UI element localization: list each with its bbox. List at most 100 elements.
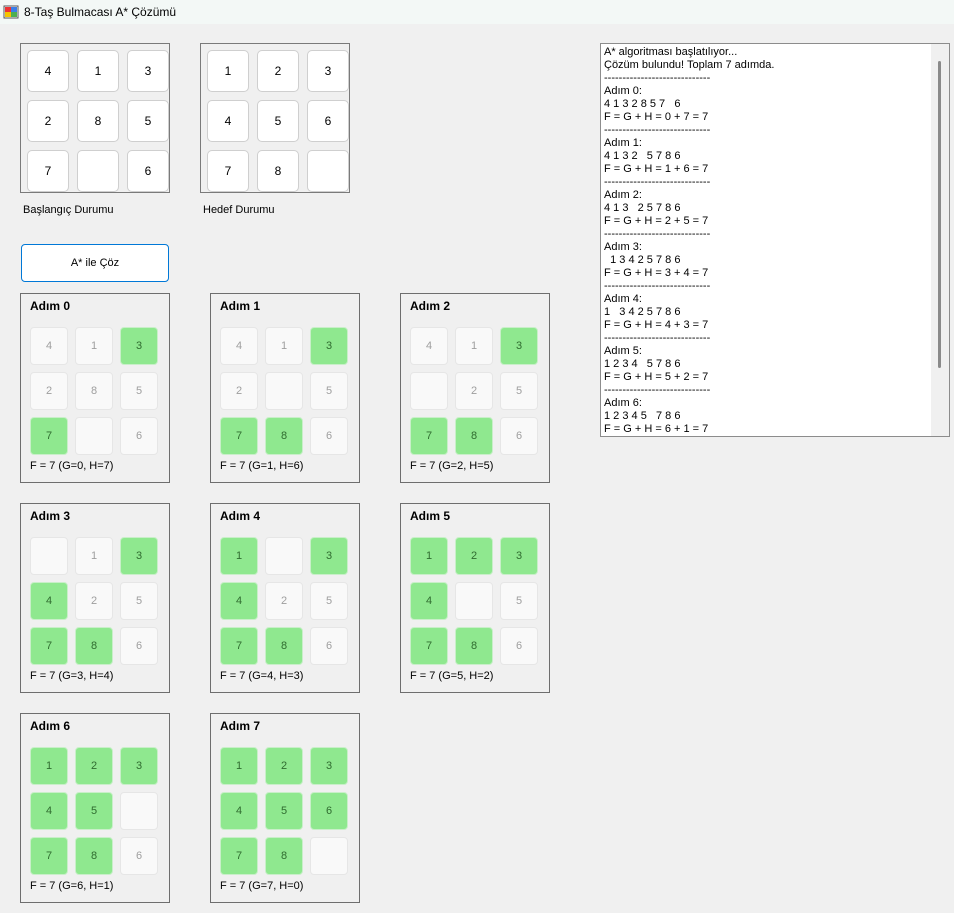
placed-cell: 1 (220, 747, 258, 785)
empty-cell (310, 837, 348, 875)
log-line: F = G + H = 5 + 2 = 7 (604, 371, 709, 383)
start_board-tile[interactable]: 4 (27, 50, 69, 92)
step-panel: Adım 6 123 45786 F = 7 (G=6, H=1) (20, 713, 170, 903)
log-line: Adım 6: (604, 397, 642, 409)
placed-cell: 8 (265, 837, 303, 875)
log-line: Adım 5: (604, 345, 642, 357)
placed-cell: 1 (30, 747, 68, 785)
log-textbox[interactable]: A* algoritması başlatılıyor... Çözüm bulu… (600, 43, 950, 437)
placed-cell: 4 (220, 792, 258, 830)
start_board-tile[interactable]: 3 (127, 50, 169, 92)
step-panel: Adım 4 1 3 425 786 F = 7 (G=4, H=3) (210, 503, 360, 693)
step-cost-label: F = 7 (G=5, H=2) (410, 670, 494, 682)
goal_board-tile[interactable]: 4 (207, 100, 249, 142)
log-line: ----------------------------- (604, 332, 711, 344)
placed-cell: 2 (265, 747, 303, 785)
log-line: ----------------------------- (604, 72, 711, 84)
step-panel: Adım 5 123 4 5 786 F = 7 (G=5, H=2) (400, 503, 550, 693)
placed-cell: 5 (75, 792, 113, 830)
start_board-tile[interactable]: 2 (27, 100, 69, 142)
step-panel: Adım 7 123 456 78 F = 7 (G=7, H=0) (210, 713, 360, 903)
misplaced-cell: 1 (455, 327, 493, 365)
misplaced-cell: 5 (500, 372, 538, 410)
placed-cell: 2 (75, 747, 113, 785)
step-title: Adım 2 (410, 299, 451, 313)
empty-cell (120, 792, 158, 830)
placed-cell: 2 (455, 537, 493, 575)
misplaced-cell: 1 (75, 327, 113, 365)
log-scrollbar[interactable] (931, 44, 949, 436)
placed-cell: 7 (30, 837, 68, 875)
log-line: ----------------------------- (604, 280, 711, 292)
misplaced-cell: 6 (120, 417, 158, 455)
log-line: 1 2 3 4 5 7 8 6 (604, 410, 681, 422)
step-cost-label: F = 7 (G=4, H=3) (220, 670, 304, 682)
placed-cell: 4 (410, 582, 448, 620)
log-line: ----------------------------- (604, 176, 711, 188)
start_board-tile[interactable]: 8 (77, 100, 119, 142)
step-cost-label: F = 7 (G=7, H=0) (220, 880, 304, 892)
placed-cell: 4 (30, 582, 68, 620)
goal_board-tile[interactable]: 5 (257, 100, 299, 142)
goal_board-tile[interactable]: 3 (307, 50, 349, 92)
misplaced-cell: 6 (500, 417, 538, 455)
start-board-caption: Başlangıç Durumu (23, 204, 114, 216)
step-title: Adım 5 (410, 509, 451, 523)
log-line: ----------------------------- (604, 384, 711, 396)
log-line: ----------------------------- (604, 124, 711, 136)
misplaced-cell: 6 (310, 417, 348, 455)
placed-cell: 4 (30, 792, 68, 830)
placed-cell: 7 (30, 417, 68, 455)
placed-cell: 8 (265, 627, 303, 665)
goal_board-tile[interactable]: 7 (207, 150, 249, 192)
empty-cell (265, 537, 303, 575)
start_board-tile[interactable]: 1 (77, 50, 119, 92)
solve-button[interactable]: A* ile Çöz (21, 244, 169, 282)
log-line: F = G + H = 2 + 5 = 7 (604, 215, 709, 227)
placed-cell: 1 (410, 537, 448, 575)
scroll-thumb[interactable] (938, 61, 941, 368)
placed-cell: 7 (220, 627, 258, 665)
goal_board-tile[interactable]: 8 (257, 150, 299, 192)
empty-cell (30, 537, 68, 575)
empty-cell (265, 372, 303, 410)
goal_board-tile[interactable]: 6 (307, 100, 349, 142)
placed-cell: 3 (120, 747, 158, 785)
misplaced-cell: 1 (75, 537, 113, 575)
placed-cell: 3 (310, 747, 348, 785)
start_board-empty-tile[interactable] (77, 150, 119, 192)
placed-cell: 5 (265, 792, 303, 830)
goal-board-caption: Hedef Durumu (203, 204, 275, 216)
goal_board-tile[interactable]: 1 (207, 50, 249, 92)
goal-board: 123 456 78 (200, 43, 350, 193)
placed-cell: 6 (310, 792, 348, 830)
misplaced-cell: 4 (30, 327, 68, 365)
placed-cell: 7 (410, 417, 448, 455)
placed-cell: 8 (265, 417, 303, 455)
misplaced-cell: 5 (500, 582, 538, 620)
empty-cell (455, 582, 493, 620)
misplaced-cell: 6 (120, 837, 158, 875)
log-line: Adım 2: (604, 189, 642, 201)
log-line: 4 1 3 2 5 7 8 6 (604, 150, 681, 162)
start_board-tile[interactable]: 6 (127, 150, 169, 192)
title-bar: 8-Taş Bulmacası A* Çözümü (0, 0, 954, 24)
misplaced-cell: 2 (265, 582, 303, 620)
log-line: Adım 3: (604, 241, 642, 253)
log-line: F = G + H = 6 + 1 = 7 (604, 423, 709, 435)
misplaced-cell: 5 (310, 582, 348, 620)
start_board-tile[interactable]: 5 (127, 100, 169, 142)
placed-cell: 4 (220, 582, 258, 620)
placed-cell: 7 (410, 627, 448, 665)
goal_board-tile[interactable]: 2 (257, 50, 299, 92)
step-cost-label: F = 7 (G=1, H=6) (220, 460, 304, 472)
goal_board-empty-tile[interactable] (307, 150, 349, 192)
step-panel: Adım 1 413 2 5 786 F = 7 (G=1, H=6) (210, 293, 360, 483)
misplaced-cell: 5 (310, 372, 348, 410)
start_board-tile[interactable]: 7 (27, 150, 69, 192)
start-board: 413 285 7 6 (20, 43, 170, 193)
misplaced-cell: 4 (220, 327, 258, 365)
misplaced-cell: 6 (500, 627, 538, 665)
log-line: Adım 1: (604, 137, 642, 149)
misplaced-cell: 8 (75, 372, 113, 410)
